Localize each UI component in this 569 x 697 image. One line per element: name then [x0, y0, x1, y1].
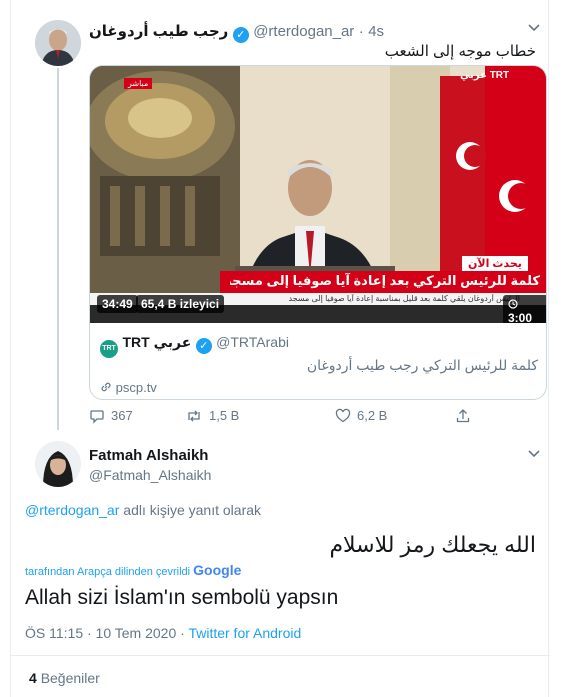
tweet1-handle[interactable]: @rterdogan_ar — [253, 23, 354, 40]
tweet2-handle[interactable]: @Fatmah_Alshaikh — [89, 467, 211, 483]
likes-summary[interactable]: 4 Beğeniler — [29, 670, 100, 686]
tweet1-actions: 367 1,5 B 6,2 B — [89, 408, 509, 428]
reply-to-link[interactable]: @rterdogan_ar — [25, 502, 119, 518]
separator-dot: · — [358, 23, 364, 40]
video-duration: 34:49 — [97, 295, 138, 313]
link-icon — [101, 382, 111, 392]
tweet2-display-name[interactable]: Fatmah Alshaikh — [89, 447, 208, 464]
card-display-name[interactable]: TRT عربي — [122, 334, 191, 350]
reply-context: @rterdogan_ar adlı kişiye yanıt olarak — [25, 502, 261, 518]
video-player[interactable]: يحدث الآن كلمة للرئيس التركي بعد إعادة آ… — [90, 66, 546, 323]
tweet1-display-name[interactable]: رجب طيب أردوغان — [89, 23, 228, 40]
live-badge: مباشر — [124, 78, 153, 89]
channel-logo: TRT عربي — [460, 70, 510, 81]
likes-count: 4 — [29, 670, 37, 686]
avatar-rterdogan[interactable] — [35, 20, 81, 66]
chevron-down-icon[interactable] — [527, 20, 541, 37]
google-logo: Google — [193, 562, 242, 578]
media-card[interactable]: يحدث الآن كلمة للرئيس التركي بعد إعادة آ… — [89, 65, 547, 400]
card-text: كلمة للرئيس التركي رجب طيب أردوغان — [306, 357, 538, 373]
trt-avatar: TRT — [100, 340, 118, 358]
like-button[interactable]: 6,2 B — [335, 408, 387, 424]
tweet1-text: خطاب موجه إلى الشعب — [384, 43, 536, 60]
chevron-down-icon[interactable] — [527, 446, 541, 463]
like-count: 6,2 B — [357, 408, 388, 423]
verified-icon: ✓ — [232, 27, 249, 43]
card-link[interactable]: pscp.tv — [100, 380, 157, 395]
verified-icon: ✓ — [195, 338, 212, 354]
divider — [11, 655, 550, 656]
reply-count: 367 — [111, 408, 133, 423]
tweet1-header: رجب طيب أردوغان ✓ @rterdogan_ar · 4s — [89, 22, 384, 43]
avatar-fatmah[interactable] — [35, 441, 81, 487]
translation-attribution: tarafından Arapça dilinden çevrildi Goog… — [25, 562, 241, 578]
reply-button[interactable]: 367 — [89, 408, 133, 424]
breaking-badge: يحدث الآن — [462, 256, 528, 271]
timer-icon — [508, 299, 518, 309]
video-headline: كلمة للرئيس التركي بعد إعادة آيا صوفيا إ… — [230, 273, 540, 288]
timer-value: 3:00 — [508, 311, 533, 323]
tweet1-time[interactable]: 4s — [368, 23, 384, 40]
tweet2-timestamp[interactable]: ÖS 11:15 · 10 Tem 2020 · — [25, 625, 188, 641]
reply-context-suffix: adlı kişiye yanıt olarak — [119, 502, 262, 518]
card-source: TRT TRT عربي ✓ @TRTArabi — [100, 334, 289, 358]
reply-icon — [90, 410, 104, 424]
video-viewers: 65,4 B izleyici — [136, 295, 225, 313]
tweet2-source[interactable]: Twitter for Android — [188, 625, 301, 641]
viewer-count: 65,4 B izleyici — [141, 297, 220, 311]
likes-label: Beğeniler — [40, 670, 100, 686]
card-handle[interactable]: @TRTArabi — [216, 334, 289, 350]
retweet-icon — [188, 410, 200, 422]
share-icon — [456, 409, 470, 423]
share-button[interactable] — [455, 408, 477, 424]
retweet-button[interactable]: 1,5 B — [185, 408, 239, 424]
video-ticker: الرئيس أردوغان يلقي كلمة بعد قليل بمناسب… — [288, 294, 520, 303]
retweet-count: 1,5 B — [209, 408, 240, 423]
translated-by-label[interactable]: tarafından Arapça dilinden çevrildi — [25, 566, 190, 578]
tweet2-text: الله يجعلك رمز للاسلام — [329, 532, 536, 557]
thread-line — [57, 68, 59, 430]
like-icon — [335, 408, 351, 423]
card-footer[interactable]: TRT TRT عربي ✓ @TRTArabi كلمة للرئيس الت… — [90, 324, 546, 399]
card-link-text[interactable]: pscp.tv — [116, 380, 157, 395]
conversation-frame: رجب طيب أردوغان ✓ @rterdogan_ar · 4s خطا… — [10, 0, 550, 697]
video-timer: 3:00 — [503, 295, 546, 323]
tweet2-translation: Allah sizi İslam'ın sembolü yapsın — [25, 586, 339, 609]
tweet2-meta: ÖS 11:15 · 10 Tem 2020 · Twitter for And… — [25, 625, 301, 641]
